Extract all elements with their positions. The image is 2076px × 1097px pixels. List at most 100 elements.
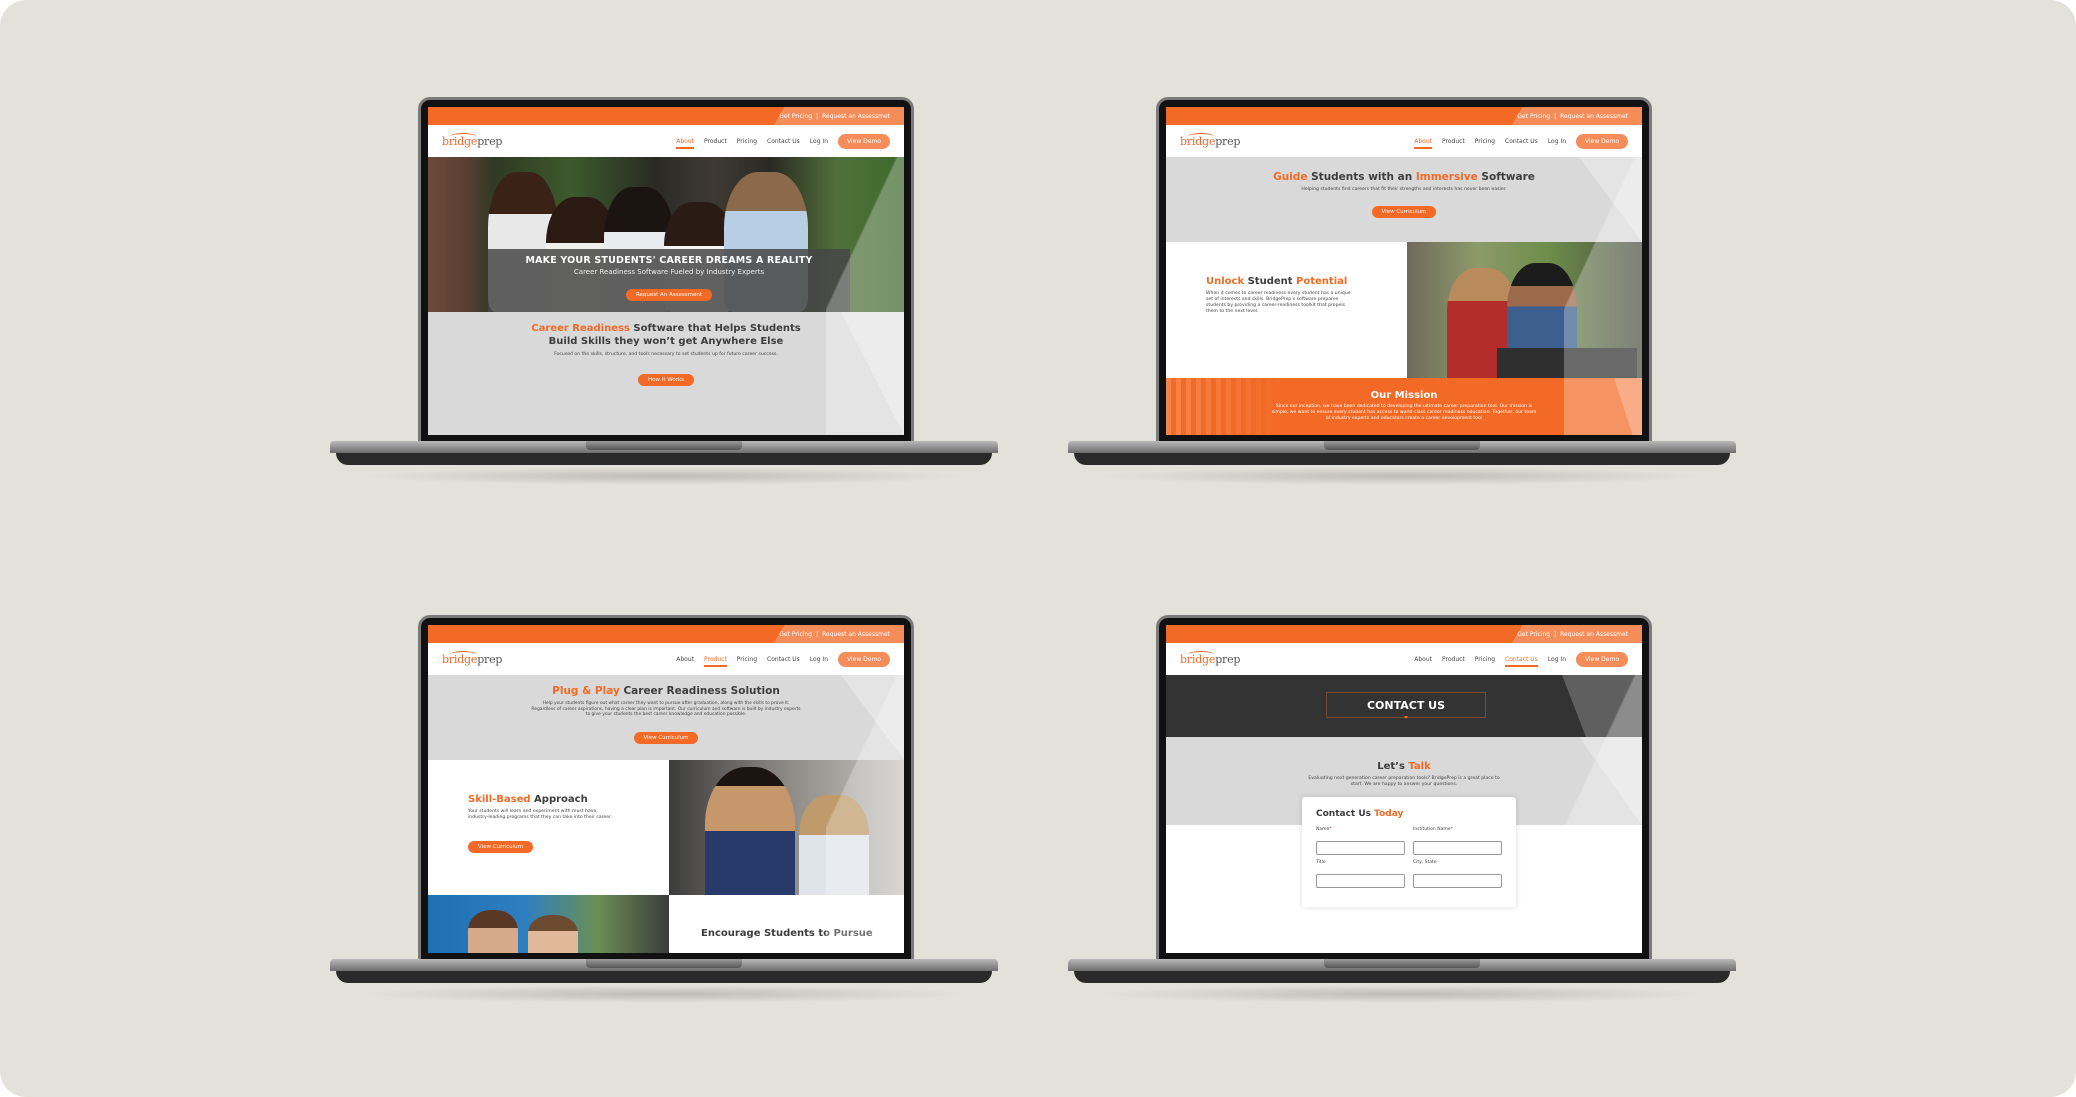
- encourage-section: Encourage Students to Pursue: [428, 895, 904, 953]
- title-field[interactable]: [1316, 874, 1405, 888]
- nav-log-in[interactable]: Log In: [810, 138, 828, 145]
- laptop-lid: Get Pricing | Request an Assessmet bridg…: [418, 97, 914, 443]
- topbar-separator: |: [1554, 630, 1557, 638]
- contact-us-title: CONTACT US: [1326, 692, 1486, 719]
- hero-students-photo: MAKE YOUR STUDENTS' CAREER DREAMS A REAL…: [428, 157, 904, 312]
- laptop-lid: Get Pricing | Request an Assessmet bridg…: [418, 615, 914, 961]
- nav-contact-us[interactable]: Contact Us: [767, 656, 800, 663]
- get-pricing-link[interactable]: Get Pricing: [779, 631, 812, 638]
- bridgeprep-logo[interactable]: bridgeprep: [1180, 132, 1240, 148]
- nav-product[interactable]: Product: [1442, 656, 1465, 663]
- view-curriculum-button[interactable]: View Curriculum: [1371, 206, 1437, 218]
- name-label: Name*: [1316, 827, 1332, 832]
- nav-product[interactable]: Product: [704, 656, 727, 667]
- get-pricing-link[interactable]: Get Pricing: [779, 113, 812, 120]
- get-pricing-link[interactable]: Get Pricing: [1517, 631, 1550, 638]
- hero-overlay: MAKE YOUR STUDENTS' CAREER DREAMS A REAL…: [488, 249, 850, 312]
- skill-based-section: Skill-Based Approach Your students will …: [428, 760, 904, 895]
- hero-title: MAKE YOUR STUDENTS' CAREER DREAMS A REAL…: [525, 255, 813, 266]
- laptop-screen: Get Pricing | Request an Assessmet bridg…: [428, 625, 904, 953]
- nav-pricing[interactable]: Pricing: [1475, 656, 1495, 663]
- students-cafe-photo: [428, 895, 669, 953]
- nav-log-in[interactable]: Log In: [810, 656, 828, 663]
- smiling-student-photo: [669, 760, 904, 895]
- main-nav: bridgeprep About Product Pricing Contact…: [428, 125, 904, 157]
- hero-title: Plug & Play Career Readiness Solution: [552, 685, 780, 697]
- unlock-potential-section: Unlock Student Potential When it comes t…: [1166, 242, 1642, 378]
- form-title: Contact Us Today: [1316, 809, 1404, 819]
- laptop-lid: Get Pricing | Request an Assessmet bridg…: [1156, 615, 1652, 961]
- request-assessment-link[interactable]: Request an Assessmet: [1560, 113, 1628, 120]
- view-demo-button[interactable]: View Demo: [838, 651, 890, 667]
- nav-about[interactable]: About: [1414, 138, 1432, 149]
- section-body: Focused on the skills, structure, and to…: [554, 352, 778, 357]
- nav-about[interactable]: About: [676, 138, 694, 149]
- nav-about[interactable]: About: [676, 656, 694, 663]
- request-assessment-link[interactable]: Request an Assessmet: [822, 113, 890, 120]
- nav-contact-us[interactable]: Contact Us: [767, 138, 800, 145]
- section-title: Career Readiness Software that Helps Stu…: [531, 323, 801, 347]
- main-nav: bridgeprep About Product Pricing Contact…: [1166, 125, 1642, 157]
- institution-name-label: Institution Name*: [1413, 827, 1453, 832]
- laptop-lid: Get Pricing | Request an Assessmet bridg…: [1156, 97, 1652, 443]
- view-curriculum-button[interactable]: View Curriculum: [633, 731, 699, 744]
- main-nav: bridgeprep About Product Pricing Contact…: [428, 643, 904, 675]
- view-demo-button[interactable]: View Demo: [1576, 651, 1628, 667]
- view-demo-button[interactable]: View Demo: [1576, 133, 1628, 149]
- view-demo-button[interactable]: View Demo: [838, 133, 890, 149]
- topbar-separator: |: [1554, 112, 1557, 120]
- feature-body: When it comes to career readiness every …: [1206, 291, 1351, 314]
- talk-body: Evaluating next generation career prepar…: [1308, 776, 1500, 787]
- nav-product[interactable]: Product: [1442, 138, 1465, 145]
- main-nav: bridgeprep About Product Pricing Contact…: [1166, 643, 1642, 675]
- guide-students-hero: Guide Students with an Immersive Softwar…: [1166, 157, 1642, 242]
- get-pricing-link[interactable]: Get Pricing: [1517, 113, 1550, 120]
- laptop-screen: Get Pricing | Request an Assessmet bridg…: [1166, 625, 1642, 953]
- plug-and-play-hero: Plug & Play Career Readiness Solution He…: [428, 675, 904, 760]
- top-bar: Get Pricing | Request an Assessmet: [428, 625, 904, 643]
- hero-title: Guide Students with an Immersive Softwar…: [1273, 171, 1535, 183]
- mission-body: Since our inception, we have been dedica…: [1271, 404, 1537, 421]
- nav-about[interactable]: About: [1414, 656, 1432, 663]
- nav-pricing[interactable]: Pricing: [1475, 138, 1495, 145]
- name-field[interactable]: [1316, 841, 1405, 855]
- nav-log-in[interactable]: Log In: [1548, 656, 1566, 663]
- how-it-works-button[interactable]: How It Works: [637, 374, 695, 386]
- city-state-label: City, State: [1413, 860, 1437, 865]
- encourage-title: Encourage Students to Pursue: [701, 928, 873, 939]
- our-mission-section: Our Mission Since our inception, we have…: [1166, 378, 1642, 435]
- nav-log-in[interactable]: Log In: [1548, 138, 1566, 145]
- nav-contact-us[interactable]: Contact Us: [1505, 656, 1538, 667]
- mockup-canvas: Get Pricing | Request an Assessmet bridg…: [0, 0, 2076, 1097]
- nav-pricing[interactable]: Pricing: [737, 656, 757, 663]
- contact-form: Contact Us Today Name* Institution Name*: [1302, 797, 1516, 907]
- talk-title: Let’s Talk: [1377, 761, 1431, 772]
- bridgeprep-logo[interactable]: bridgeprep: [1180, 650, 1240, 666]
- laptop-mockup-about: Get Pricing | Request an Assessmet bridg…: [1068, 97, 1736, 497]
- view-curriculum-button[interactable]: View Curriculum: [468, 841, 533, 853]
- topbar-separator: |: [816, 630, 819, 638]
- laptop-screen: Get Pricing | Request an Assessmet bridg…: [1166, 107, 1642, 435]
- nav-product[interactable]: Product: [704, 138, 727, 145]
- laptop-mockup-contact: Get Pricing | Request an Assessmet bridg…: [1068, 615, 1736, 1015]
- bridgeprep-logo[interactable]: bridgeprep: [442, 132, 502, 148]
- top-bar: Get Pricing | Request an Assessmet: [428, 107, 904, 125]
- career-readiness-section: Career Readiness Software that Helps Stu…: [428, 312, 904, 435]
- hero-subtitle: Career Readiness Software Fueled by Indu…: [573, 268, 765, 276]
- feature-title: Skill-Based Approach: [468, 794, 588, 805]
- laptop-mockup-home: Get Pricing | Request an Assessmet bridg…: [330, 97, 998, 497]
- nav-pricing[interactable]: Pricing: [737, 138, 757, 145]
- request-assessment-link[interactable]: Request an Assessmet: [822, 631, 890, 638]
- bridgeprep-logo[interactable]: bridgeprep: [442, 650, 502, 666]
- request-assessment-button[interactable]: Request An Assessment: [625, 289, 713, 301]
- request-assessment-link[interactable]: Request an Assessmet: [1560, 631, 1628, 638]
- institution-name-field[interactable]: [1413, 841, 1502, 855]
- hero-body: Help your students figure out what caree…: [531, 701, 801, 717]
- top-bar: Get Pricing | Request an Assessmet: [1166, 107, 1642, 125]
- contact-hero: CONTACT US: [1166, 675, 1642, 737]
- nav-contact-us[interactable]: Contact Us: [1505, 138, 1538, 145]
- feature-title: Unlock Student Potential: [1206, 276, 1348, 287]
- students-laptop-photo: [1407, 242, 1642, 378]
- city-state-field[interactable]: [1413, 874, 1502, 888]
- top-bar: Get Pricing | Request an Assessmet: [1166, 625, 1642, 643]
